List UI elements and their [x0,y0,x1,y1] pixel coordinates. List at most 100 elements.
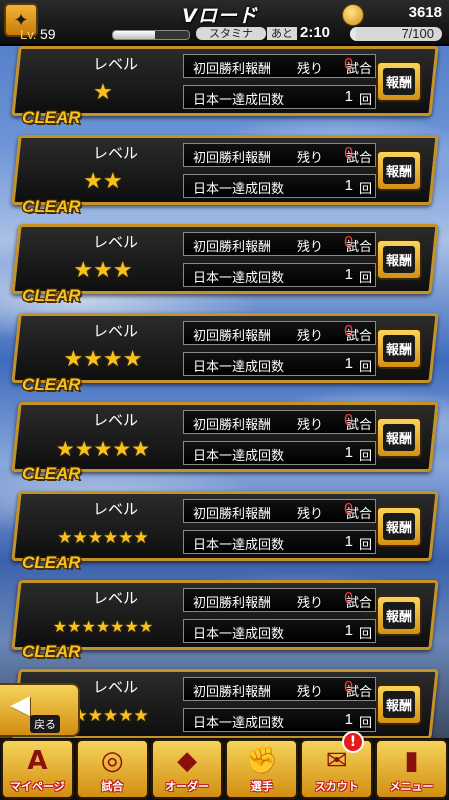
times-unit: 回 [358,360,372,375]
level-list[interactable]: レベル ★ 初回勝利報酬 残り 0 試合 日本一達成回数 1 回報酬 CLEAR レベル ★★ 初回勝利… [0,0,449,800]
remaining-label: あと [267,27,297,40]
times-unit: 回 [358,182,372,197]
clear-label: CLEAR [22,108,81,127]
champion-count-label: 日本一達成回数 [193,360,285,375]
page-title: Vロード [182,5,258,27]
champion-count-row: 日本一達成回数 1 回 [183,708,376,732]
games-unit: 試合 [345,151,372,166]
menu-button-label: 選手 [250,780,273,793]
level-label: Lv. [20,27,37,42]
first-win-reward-row: 初回勝利報酬 残り 0 試合 [183,321,376,345]
first-win-reward-label: 初回勝利報酬 [193,418,272,433]
reward-button-label: 報酬 [382,246,415,273]
first-win-reward-row: 初回勝利報酬 残り 0 試合 [183,232,376,256]
games-unit: 試合 [345,329,372,344]
reward-button-label: 報酬 [382,335,415,362]
menu-button-6[interactable]: ▮ メニュー [375,739,448,799]
back-button[interactable]: ◀ 戻る [0,683,80,737]
games-unit: 試合 [345,62,372,77]
menu-button-3[interactable]: ◆ オーダー [150,739,224,799]
clear-label: CLEAR [22,642,81,661]
champion-count-label: 日本一達成回数 [193,271,285,286]
times-unit: 回 [358,271,372,286]
champion-count-value: 1 [344,622,353,639]
remaining-label: 残り [297,329,324,344]
times-unit: 回 [358,449,372,464]
first-win-reward-row: 初回勝利報酬 残り 0 試合 [183,588,376,612]
champion-count-value: 1 [344,355,353,372]
level-value: 59 [40,26,56,42]
level-card: レベル ★★ 初回勝利報酬 残り 0 試合 日本一達成回数 1 回報酬 [11,135,439,205]
stamina-bar-fill [350,27,357,41]
clear-label: CLEAR [22,464,81,483]
first-win-reward-row: 初回勝利報酬 残り 0 試合 [183,54,376,78]
scout-icon: ✉ [325,746,348,776]
reward-button[interactable]: 報酬 [376,684,422,725]
clear-label: CLEAR [22,286,81,305]
bottom-menu: A マイページ ◎ 試合 ◆ オーダー ✊ 選手 ✉ スカウト ▮ メニュー [0,738,449,800]
level-title: レベル [92,500,138,518]
champion-count-label: 日本一達成回数 [193,93,285,108]
champion-count-row: 日本一達成回数 1 回 [183,174,376,198]
reward-button[interactable]: 報酬 [376,328,422,369]
team-logo-icon: A [27,746,48,776]
reward-button-label: 報酬 [382,513,415,540]
first-win-reward-label: 初回勝利報酬 [193,151,272,166]
games-unit: 試合 [345,596,372,611]
back-arrow-icon: ◀ [10,690,30,720]
champion-count-row: 日本一達成回数 1 回 [183,441,376,465]
xp-bar-fill [113,31,155,39]
reward-button-label: 報酬 [382,602,415,629]
menu-button-2[interactable]: ◎ 試合 [75,739,149,799]
menu-button-label: 試合 [101,780,124,793]
champion-count-value: 1 [344,711,353,728]
menu-button-4[interactable]: ✊ 選手 [225,739,299,799]
reward-button[interactable]: 報酬 [376,61,422,102]
games-unit: 試合 [345,507,372,522]
champion-count-row: 日本一達成回数 1 回 [183,530,376,554]
champion-count-label: 日本一達成回数 [193,716,285,731]
menu-button-label: メニュー [389,780,434,793]
games-unit: 試合 [345,685,372,700]
games-unit: 試合 [345,418,372,433]
times-unit: 回 [358,93,372,108]
reward-button[interactable]: 報酬 [376,239,422,280]
clear-label: CLEAR [22,197,81,216]
reward-button[interactable]: 報酬 [376,506,422,547]
level-title: レベル [92,55,138,73]
first-win-reward-label: 初回勝利報酬 [193,685,272,700]
reward-button[interactable]: 報酬 [376,150,422,191]
remaining-label: 残り [297,507,324,522]
status-header: ✦ Vロード 3618 Lv. 59 スタミナ あと 2:10 7/100 [0,0,449,46]
reward-button[interactable]: 報酬 [376,595,422,636]
first-win-reward-label: 初回勝利報酬 [193,240,272,255]
remaining-label: 残り [297,151,324,166]
difficulty-stars: ★★★ [73,258,133,283]
champion-count-label: 日本一達成回数 [193,627,285,642]
level-card: レベル ★★★★★ 初回勝利報酬 残り 0 試合 日本一達成回数 1 回報酬 [11,402,439,472]
level-card: レベル ★★★★★★★ 初回勝利報酬 残り 0 試合 日本一達成回数 1 回報酬 [11,580,439,650]
coin-count: 3618 [408,4,442,21]
remaining-label: 残り [297,62,324,77]
player-icon: ✊ [245,746,279,776]
reward-button[interactable]: 報酬 [376,417,422,458]
champion-count-label: 日本一達成回数 [193,182,285,197]
difficulty-stars: ★ [93,80,113,105]
stadium-icon: ◎ [100,746,124,776]
coin-icon [342,4,364,26]
champion-count-row: 日本一達成回数 1 回 [183,352,376,376]
first-win-reward-row: 初回勝利報酬 残り 0 試合 [183,677,376,701]
scout-notification-badge: ! [342,731,364,753]
level-indicator: Lv. 59 [20,26,56,42]
level-title: レベル [92,233,138,251]
champion-count-label: 日本一達成回数 [193,449,285,464]
level-title: レベル [92,589,138,607]
field-icon: ◆ [177,746,198,776]
xp-bar [112,30,190,40]
menu-button-1[interactable]: A マイページ [1,739,74,799]
reward-button-label: 報酬 [382,691,415,718]
reward-button-label: 報酬 [382,68,415,95]
difficulty-stars: ★★★★★ [55,437,151,461]
first-win-reward-label: 初回勝利報酬 [193,62,272,77]
remaining-label: 残り [297,685,324,700]
